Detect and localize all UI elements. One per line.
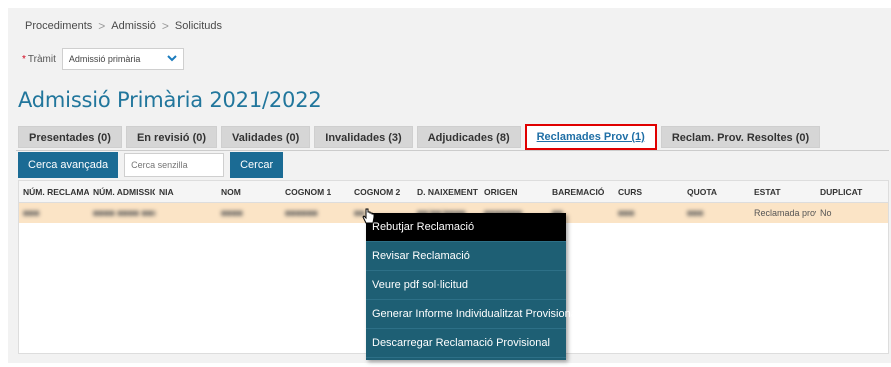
column-header[interactable]: QUOTA (683, 181, 750, 202)
page-title: Admissió Primària 2021/2022 (18, 88, 322, 112)
duplicate-cell: No (820, 208, 832, 218)
tab-divider (16, 150, 889, 151)
status-cell: Reclamada provisio (754, 208, 816, 218)
table-cell: ■■■■ (221, 208, 243, 218)
column-header[interactable]: DUPLICAT (816, 181, 876, 202)
tab-en-revisio[interactable]: En revisió (0) (125, 126, 218, 148)
required-mark: * (22, 53, 26, 65)
menu-item-rebutjar-reclamacio[interactable]: Rebutjar Reclamació (366, 213, 566, 242)
breadcrumb: Procediments > Admissió > Solicituds (25, 19, 222, 33)
column-header[interactable]: NÚM. ADMISSIÓ (89, 181, 155, 202)
column-header[interactable]: D. NAIXEMENT (413, 181, 480, 202)
chevron-right-icon: > (98, 19, 106, 33)
simple-search-input[interactable] (124, 153, 225, 177)
table-cell: ■■■■ ■■■■ ■■■ (93, 208, 155, 218)
advanced-search-button[interactable]: Cerca avançada (18, 152, 119, 178)
hand-cursor-icon (362, 208, 375, 224)
table-cell: ■■■■■■ (285, 208, 318, 218)
breadcrumb-item-admissio[interactable]: Admissió (111, 20, 156, 32)
search-button[interactable]: Cercar (230, 152, 284, 178)
tab-adjudicades[interactable]: Adjudicades (8) (416, 126, 521, 148)
tab-presentades[interactable]: Presentades (0) (18, 126, 122, 148)
column-header[interactable]: NOM (217, 181, 281, 202)
column-header[interactable]: BAREMACIÓ (548, 181, 614, 202)
menu-item-generar-informe[interactable]: Generar Informe Individualitzat Provisio… (366, 300, 579, 329)
column-header[interactable]: COGNOM 1 (281, 181, 350, 202)
menu-item-revisar-reclamacio[interactable]: Revisar Reclamació (366, 242, 566, 271)
tab-invalidades[interactable]: Invalidades (3) (314, 126, 413, 148)
tramit-field: * Tràmit Admissió primària (22, 48, 184, 70)
tab-reclam-prov-resoltes[interactable]: Reclam. Prov. Resoltes (0) (660, 126, 821, 148)
tramit-select[interactable]: Admissió primària (61, 48, 184, 70)
menu-item-veure-pdf[interactable]: Veure pdf sol·licitud (366, 271, 566, 300)
column-header[interactable]: ORIGEN (480, 181, 548, 202)
chevron-down-icon (167, 54, 177, 65)
table-header: NÚM. RECLAMACIÓ NÚM. ADMISSIÓ NIA NOM CO… (19, 181, 888, 203)
status-tabs: Presentades (0) En revisió (0) Validades… (18, 124, 824, 150)
table-cell: ■■■ (687, 208, 704, 218)
chevron-right-icon: > (161, 19, 169, 33)
tramit-label: Tràmit (27, 53, 56, 65)
breadcrumb-item-solicituds: Solicituds (174, 20, 222, 32)
context-menu: Rebutjar Reclamació Revisar Reclamació V… (366, 213, 579, 360)
table-cell: ■■■ (23, 208, 40, 218)
toolbar: Cerca avançada Cercar (18, 152, 284, 178)
breadcrumb-item-procediments[interactable]: Procediments (25, 20, 92, 32)
column-header[interactable]: NÚM. RECLAMACIÓ (19, 181, 89, 202)
tab-validades[interactable]: Validades (0) (221, 126, 311, 148)
column-header[interactable]: COGNOM 2 (350, 181, 413, 202)
column-header[interactable]: NIA (155, 181, 217, 202)
menu-item-descarregar-reclamacio[interactable]: Descarregar Reclamació Provisional (366, 329, 566, 358)
tramit-select-value: Admissió primària (68, 54, 141, 64)
tab-reclamades-prov[interactable]: Reclamades Prov (1) (524, 124, 657, 150)
column-header[interactable]: ESTAT (750, 181, 816, 202)
table-cell: ■■■ (618, 208, 635, 218)
table-cell (155, 203, 217, 223)
column-header[interactable]: CURS (614, 181, 683, 202)
